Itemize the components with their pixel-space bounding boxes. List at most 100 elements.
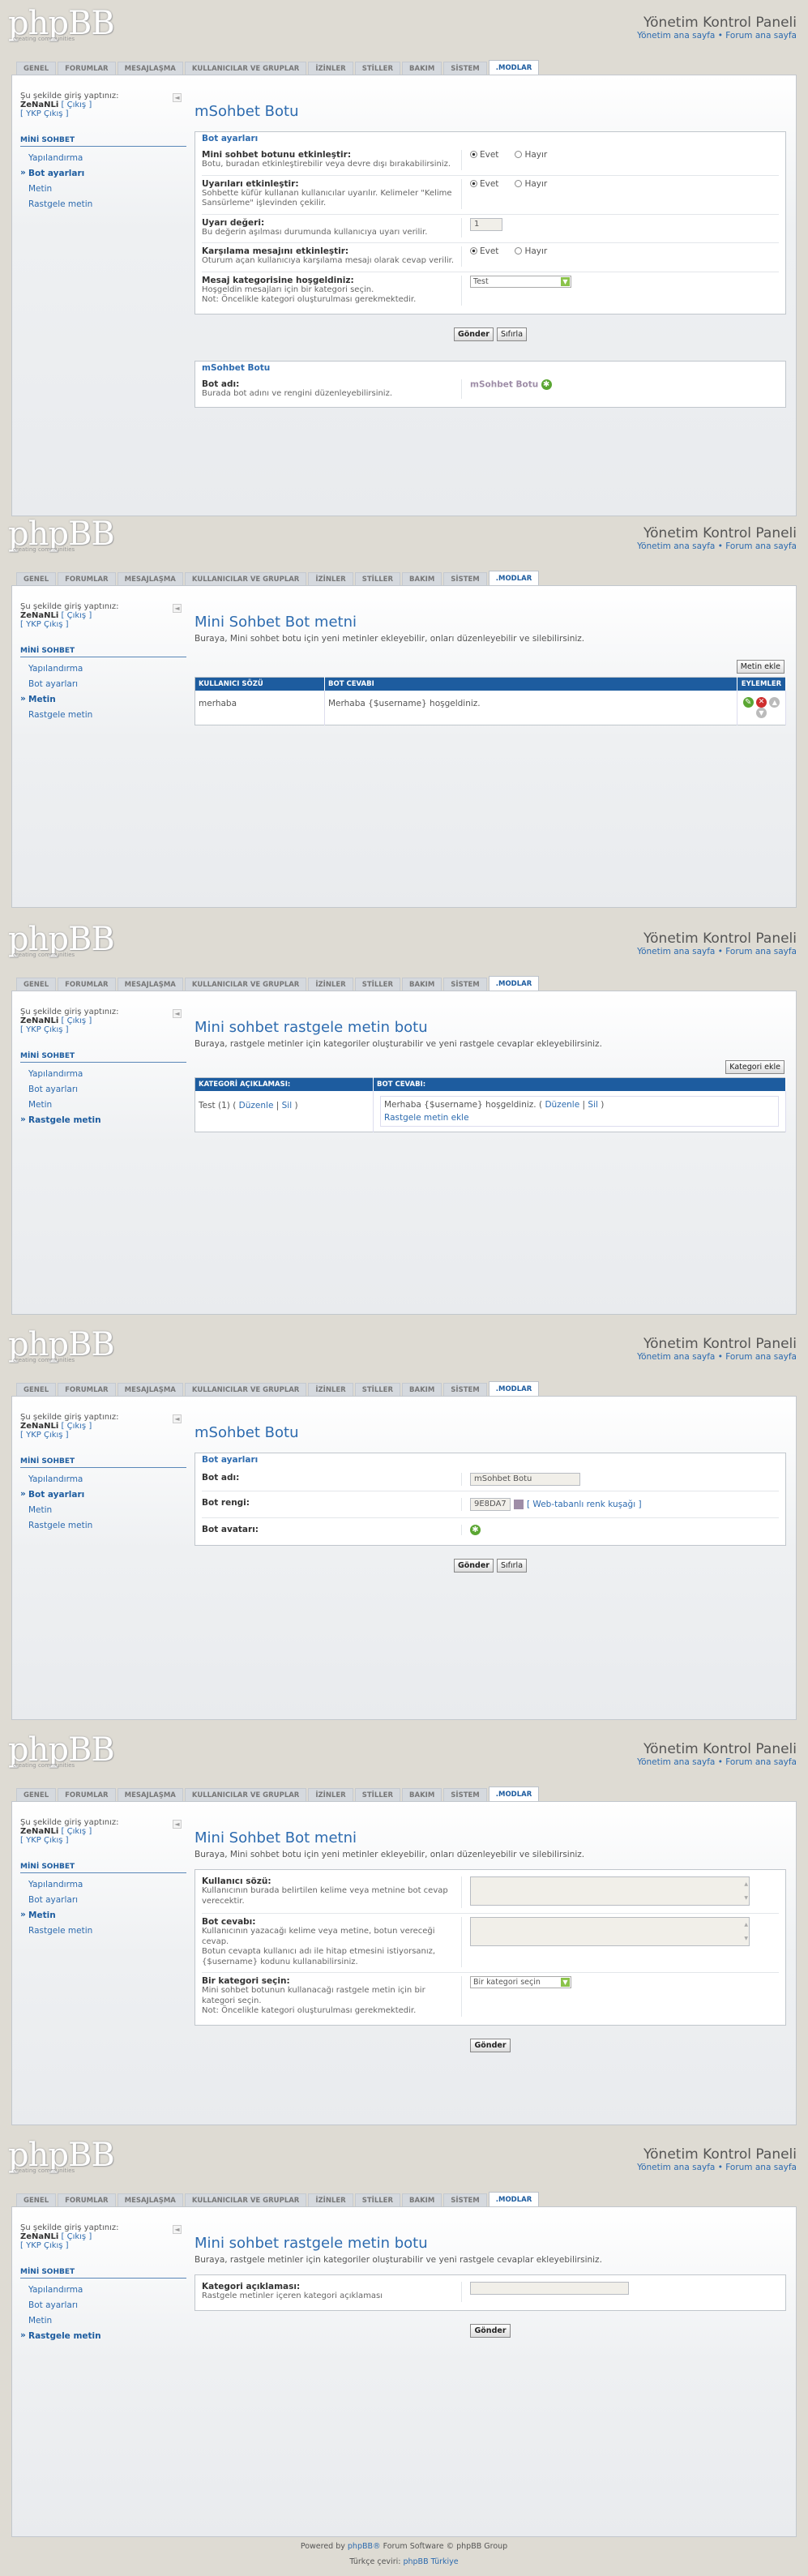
tab-7[interactable]: SİSTEM — [443, 1788, 487, 1801]
logout-link[interactable]: [ Çıkış ] — [62, 1422, 92, 1431]
tab-3[interactable]: KULLANICILAR VE GRUPLAR — [184, 978, 307, 991]
no-radio[interactable] — [515, 179, 523, 187]
delete-category-link[interactable]: Sil — [282, 1101, 293, 1110]
tab-2[interactable]: MESAJLAŞMA — [117, 1788, 183, 1801]
forum-index-link[interactable]: Forum ana sayfa — [725, 1352, 797, 1362]
tab-4[interactable]: İZİNLER — [308, 1788, 353, 1801]
tab-4[interactable]: İZİNLER — [308, 2193, 353, 2206]
sidebar-item-2[interactable]: Metin — [20, 1098, 186, 1113]
tab-2[interactable]: MESAJLAŞMA — [117, 62, 183, 75]
admin-index-link[interactable]: Yönetim ana sayfa — [637, 1352, 715, 1362]
sidebar-item-0[interactable]: Yapılandırma — [20, 1877, 186, 1893]
no-radio[interactable] — [515, 247, 523, 255]
tab-8[interactable]: .MODLAR — [488, 2192, 540, 2206]
phpbb-logo[interactable]: phpBB creating communities — [8, 1731, 115, 1769]
tab-6[interactable]: BAKIM — [402, 572, 442, 585]
forum-index-link[interactable]: Forum ana sayfa — [725, 1757, 797, 1767]
edit-reply-link[interactable]: Düzenle — [545, 1100, 579, 1110]
admin-index-link[interactable]: Yönetim ana sayfa — [637, 1757, 715, 1767]
sidebar-item-2[interactable]: Metin — [20, 692, 186, 708]
tab-6[interactable]: BAKIM — [402, 62, 442, 75]
sidebar-item-1[interactable]: Bot ayarları — [20, 677, 186, 692]
logout-link[interactable]: [ Çıkış ] — [62, 2232, 92, 2241]
tab-8[interactable]: .MODLAR — [488, 976, 540, 991]
tab-4[interactable]: İZİNLER — [308, 978, 353, 991]
tab-7[interactable]: SİSTEM — [443, 2193, 487, 2206]
sidebar-item-3[interactable]: Rastgele metin — [20, 2329, 186, 2344]
tab-6[interactable]: BAKIM — [402, 1788, 442, 1801]
welcome-category-select[interactable]: Test ▼ — [470, 275, 571, 288]
delete-icon[interactable]: ✕ — [756, 697, 767, 708]
tab-3[interactable]: KULLANICILAR VE GRUPLAR — [184, 62, 307, 75]
yes-radio[interactable] — [470, 179, 477, 187]
tab-3[interactable]: KULLANICILAR VE GRUPLAR — [184, 572, 307, 585]
forum-index-link[interactable]: Forum ana sayfa — [725, 31, 797, 41]
tab-4[interactable]: İZİNLER — [308, 62, 353, 75]
sidebar-item-0[interactable]: Yapılandırma — [20, 151, 186, 166]
forum-index-link[interactable]: Forum ana sayfa — [725, 947, 797, 956]
tab-5[interactable]: STİLLER — [354, 1383, 401, 1396]
sidebar-item-0[interactable]: Yapılandırma — [20, 2283, 186, 2298]
color-picker-link[interactable]: [ Web-tabanlı renk kuşağı ] — [527, 1500, 642, 1509]
tab-5[interactable]: STİLLER — [354, 978, 401, 991]
sidebar-item-0[interactable]: Yapılandırma — [20, 1067, 186, 1082]
sidebar-item-1[interactable]: Bot ayarları — [20, 166, 186, 182]
admin-index-link[interactable]: Yönetim ana sayfa — [637, 947, 715, 956]
tab-2[interactable]: MESAJLAŞMA — [117, 572, 183, 585]
tab-8[interactable]: .MODLAR — [488, 571, 540, 585]
tab-8[interactable]: .MODLAR — [488, 1381, 540, 1396]
collapse-icon[interactable]: ◄ — [173, 1009, 182, 1018]
tab-1[interactable]: FORUMLAR — [58, 572, 116, 585]
tab-0[interactable]: GENEL — [16, 62, 57, 75]
logout-link[interactable]: [ Çıkış ] — [62, 101, 92, 109]
sidebar-item-3[interactable]: Rastgele metin — [20, 708, 186, 723]
tab-1[interactable]: FORUMLAR — [58, 978, 116, 991]
category-description-input[interactable] — [470, 2282, 629, 2295]
sidebar-item-1[interactable]: Bot ayarları — [20, 1487, 186, 1503]
tab-0[interactable]: GENEL — [16, 2193, 57, 2206]
tab-7[interactable]: SİSTEM — [443, 1383, 487, 1396]
phpbb-logo[interactable]: phpBB creating communities — [8, 1326, 115, 1363]
tab-0[interactable]: GENEL — [16, 572, 57, 585]
phpbb-logo[interactable]: phpBB creating communities — [8, 5, 115, 42]
acp-logout-link[interactable]: [ YKP Çıkış ] — [20, 620, 69, 629]
sidebar-item-3[interactable]: Rastgele metin — [20, 197, 186, 212]
phpbb-logo[interactable]: phpBB creating communities — [8, 516, 115, 553]
bot-color-input[interactable]: 9E8DA7 — [470, 1498, 511, 1511]
edit-icon[interactable]: ✎ — [742, 697, 754, 708]
admin-index-link[interactable]: Yönetim ana sayfa — [637, 31, 715, 41]
tab-8[interactable]: .MODLAR — [488, 60, 540, 75]
collapse-icon[interactable]: ◄ — [173, 93, 182, 102]
tab-7[interactable]: SİSTEM — [443, 62, 487, 75]
tab-3[interactable]: KULLANICILAR VE GRUPLAR — [184, 1383, 307, 1396]
tab-1[interactable]: FORUMLAR — [58, 1383, 116, 1396]
move-up-icon[interactable]: ▲ — [769, 697, 780, 708]
tab-2[interactable]: MESAJLAŞMA — [117, 2193, 183, 2206]
add-text-button[interactable]: Metin ekle — [736, 660, 784, 674]
sidebar-item-3[interactable]: Rastgele metin — [20, 1113, 186, 1128]
reset-button[interactable]: Sıfırla — [497, 1559, 528, 1573]
warn-value-input[interactable]: 1 — [470, 217, 502, 231]
submit-button[interactable]: Gönder — [453, 327, 494, 341]
sidebar-item-2[interactable]: Metin — [20, 2313, 186, 2329]
tab-3[interactable]: KULLANICILAR VE GRUPLAR — [184, 2193, 307, 2206]
phpbb-logo[interactable]: phpBB creating communities — [8, 921, 115, 958]
submit-button[interactable]: Gönder — [470, 2038, 511, 2052]
forum-index-link[interactable]: Forum ana sayfa — [725, 2163, 797, 2172]
sidebar-item-1[interactable]: Bot ayarları — [20, 1082, 186, 1098]
tab-1[interactable]: FORUMLAR — [58, 2193, 116, 2206]
no-radio[interactable] — [515, 151, 523, 158]
yes-radio[interactable] — [470, 151, 477, 158]
tab-7[interactable]: SİSTEM — [443, 572, 487, 585]
tab-0[interactable]: GENEL — [16, 978, 57, 991]
tab-1[interactable]: FORUMLAR — [58, 62, 116, 75]
tab-3[interactable]: KULLANICILAR VE GRUPLAR — [184, 1788, 307, 1801]
sidebar-item-3[interactable]: Rastgele metin — [20, 1518, 186, 1534]
sidebar-item-1[interactable]: Bot ayarları — [20, 2298, 186, 2313]
acp-logout-link[interactable]: [ YKP Çıkış ] — [20, 1836, 69, 1845]
tab-8[interactable]: .MODLAR — [488, 1787, 540, 1801]
logout-link[interactable]: [ Çıkış ] — [62, 1016, 92, 1025]
bot-reply-textarea[interactable] — [470, 1917, 750, 1946]
bot-avatar-icon[interactable]: ✱ — [470, 1525, 481, 1535]
sidebar-item-1[interactable]: Bot ayarları — [20, 1893, 186, 1908]
